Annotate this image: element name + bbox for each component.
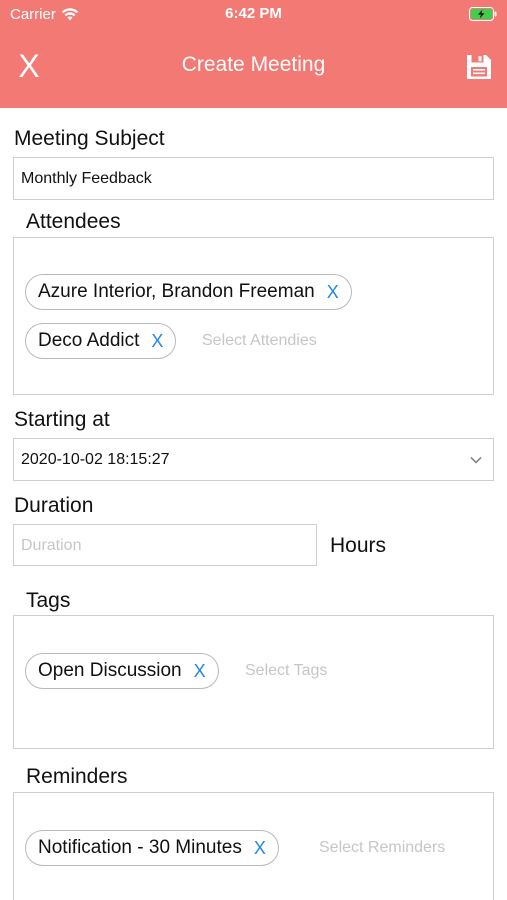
duration-unit-label: Hours [330, 534, 387, 557]
reminders-search-input[interactable]: Select Reminders [319, 839, 445, 857]
tags-label: Tags [26, 589, 71, 612]
attendees-selector[interactable] [13, 237, 494, 395]
battery-charging-icon [469, 7, 497, 21]
remove-tag-button[interactable]: X [194, 661, 206, 682]
attendee-chip: Azure Interior, Brandon Freeman X [25, 274, 352, 310]
remove-reminder-button[interactable]: X [254, 838, 266, 859]
tag-chip: Open Discussion X [25, 653, 219, 689]
remove-attendee-button[interactable]: X [327, 282, 339, 303]
tags-search-input[interactable]: Select Tags [245, 662, 327, 680]
subject-input[interactable]: Monthly Feedback [13, 157, 494, 200]
status-bar: Carrier 6:42 PM [0, 0, 507, 28]
nav-bar: X Create Meeting [0, 28, 507, 108]
tag-chip-label: Open Discussion [38, 660, 182, 681]
duration-label: Duration [14, 494, 94, 517]
remove-attendee-button[interactable]: X [151, 331, 163, 352]
attendee-chip-label: Azure Interior, Brandon Freeman [38, 281, 315, 302]
save-icon[interactable] [465, 53, 493, 81]
reminder-chip: Notification - 30 Minutes X [25, 830, 279, 866]
attendees-label: Attendees [26, 210, 121, 233]
attendee-chip: Deco Addict X [25, 323, 177, 359]
status-time: 6:42 PM [225, 5, 282, 22]
subject-value: Monthly Feedback [21, 170, 152, 187]
starting-at-value: 2020-10-02 18:15:27 [21, 451, 170, 468]
attendees-search-input[interactable]: Select Attendies [202, 332, 317, 350]
duration-input[interactable]: Duration [13, 524, 317, 566]
chevron-down-icon [470, 456, 482, 464]
duration-placeholder: Duration [21, 537, 82, 554]
subject-label: Meeting Subject [14, 127, 165, 150]
reminder-chip-label: Notification - 30 Minutes [38, 837, 242, 858]
attendee-chip-label: Deco Addict [38, 330, 140, 351]
starting-at-select[interactable]: 2020-10-02 18:15:27 [13, 438, 494, 481]
starting-at-label: Starting at [14, 408, 110, 431]
page-title: Create Meeting [181, 53, 326, 76]
reminders-label: Reminders [26, 765, 128, 788]
